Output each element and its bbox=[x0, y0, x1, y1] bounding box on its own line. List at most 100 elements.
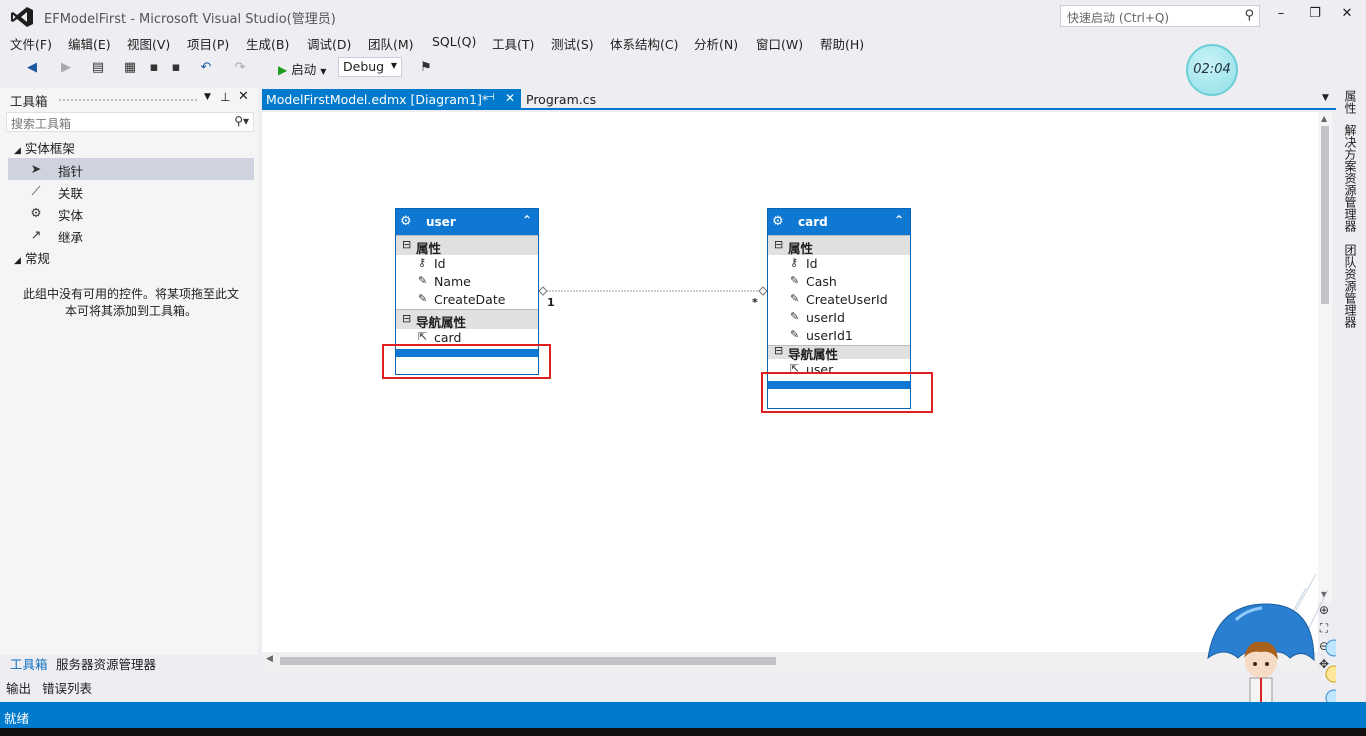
menu-analyze[interactable]: 分析(N) bbox=[694, 34, 738, 53]
collapse-icon[interactable]: ⌃ bbox=[522, 213, 532, 227]
collapse-icon[interactable]: ⊟ bbox=[774, 238, 783, 251]
tab-server-explorer[interactable]: 服务器资源管理器 bbox=[56, 654, 156, 673]
new-project-icon[interactable]: ▤ bbox=[90, 60, 106, 76]
play-icon: ▶ bbox=[278, 63, 288, 77]
properties-section-header[interactable]: ⊟ 属性 bbox=[396, 235, 538, 256]
toolbox-search-input[interactable]: 搜索工具箱 ⚲▾ bbox=[6, 112, 254, 132]
start-debug-button[interactable]: ▶ 启动 ▼ bbox=[278, 59, 326, 78]
toolbox-group-entity-framework[interactable]: ◢ 实体框架 bbox=[14, 138, 75, 157]
menu-team[interactable]: 团队(M) bbox=[368, 34, 414, 53]
wrench-icon: ✎ bbox=[790, 292, 800, 305]
save-all-icon[interactable]: ▪ bbox=[168, 60, 184, 76]
property-row[interactable]: ✎ Cash bbox=[768, 273, 910, 291]
collapse-icon[interactable]: ⊟ bbox=[402, 312, 411, 325]
output-tab-strip: 输出 错误列表 bbox=[0, 676, 260, 700]
menu-build[interactable]: 生成(B) bbox=[246, 34, 289, 53]
menu-project[interactable]: 项目(P) bbox=[187, 34, 229, 53]
quick-launch-input[interactable]: 快速启动 (Ctrl+Q) ⚲ bbox=[1060, 5, 1260, 27]
property-row[interactable]: ⚷ Id bbox=[396, 255, 538, 273]
menu-test[interactable]: 测试(S) bbox=[551, 34, 594, 53]
navigation-section-header[interactable]: ⊟ 导航属性 bbox=[768, 344, 910, 362]
property-row[interactable]: ✎ Name bbox=[396, 273, 538, 291]
properties-section-header[interactable]: ⊟ 属性 bbox=[768, 235, 910, 256]
menu-file[interactable]: 文件(F) bbox=[10, 34, 52, 53]
wrench-icon: ✎ bbox=[790, 328, 800, 341]
menu-debug[interactable]: 调试(D) bbox=[307, 34, 351, 53]
menu-window[interactable]: 窗口(W) bbox=[756, 34, 803, 53]
drag-handle[interactable] bbox=[58, 98, 198, 102]
collapse-icon[interactable]: ⊟ bbox=[774, 344, 783, 357]
vertical-scrollbar[interactable]: ▲ ▼ bbox=[1318, 112, 1332, 602]
property-row[interactable]: ✎ CreateUserId bbox=[768, 291, 910, 309]
toolbox-group-general[interactable]: ◢ 常规 bbox=[14, 248, 50, 267]
property-name: Id bbox=[806, 256, 818, 271]
chevron-down-icon[interactable]: ▼ bbox=[1322, 93, 1329, 103]
entity-name: user bbox=[426, 215, 456, 229]
scroll-left-icon[interactable]: ◀ bbox=[266, 654, 273, 664]
tab-team-explorer[interactable]: 团队资源管理器 bbox=[1342, 244, 1359, 328]
toolbox-panel: 工具箱 ▼ ⊥ ✕ 搜索工具箱 ⚲▾ ◢ 实体框架 ➤ 指针 ⟋ 关联 ⚙ 实体… bbox=[0, 88, 258, 655]
scrollbar-thumb[interactable] bbox=[280, 657, 776, 665]
chevron-down-icon: ▼ bbox=[390, 61, 397, 70]
forward-icon[interactable]: ▶ bbox=[58, 60, 74, 76]
scrollbar-thumb[interactable] bbox=[1321, 126, 1329, 304]
property-name: Name bbox=[434, 274, 471, 289]
panel-tab-strip: 工具箱 服务器资源管理器 bbox=[0, 652, 258, 672]
wrench-icon: ✎ bbox=[790, 310, 800, 323]
close-button[interactable]: ✕ bbox=[1334, 6, 1360, 26]
undo-icon[interactable]: ↶ bbox=[198, 60, 214, 76]
redo-icon[interactable]: ↷ bbox=[232, 60, 248, 76]
property-row[interactable]: ⚷ Id bbox=[768, 255, 910, 273]
tab-output[interactable]: 输出 bbox=[6, 678, 31, 697]
close-icon[interactable]: ✕ bbox=[505, 91, 515, 105]
start-label: 启动 bbox=[291, 62, 317, 77]
property-row[interactable]: ✎ userId1 bbox=[768, 327, 910, 345]
solution-configuration-select[interactable]: Debug ▼ bbox=[338, 57, 402, 77]
association-icon: ⟋ bbox=[31, 183, 41, 198]
entity-header[interactable]: ⚙ card ⌃ bbox=[768, 209, 910, 235]
pin-icon[interactable]: ⊣ bbox=[486, 92, 495, 103]
toolbox-item-association[interactable]: ⟋ 关联 bbox=[8, 180, 254, 202]
chevron-down-icon: ▼ bbox=[320, 67, 327, 76]
restore-button[interactable]: ❐ bbox=[1302, 6, 1328, 26]
pin-icon[interactable]: ⊥ bbox=[220, 90, 230, 104]
tab-program-cs[interactable]: Program.cs bbox=[526, 92, 596, 107]
tab-solution-explorer[interactable]: 解决方案资源管理器 bbox=[1342, 124, 1359, 232]
tab-error-list[interactable]: 错误列表 bbox=[42, 678, 92, 697]
toolbox-header: 工具箱 ▼ ⊥ ✕ bbox=[0, 88, 258, 110]
back-icon[interactable]: ◀ bbox=[24, 60, 40, 76]
association-connector[interactable] bbox=[538, 284, 768, 304]
toolbox-item-inheritance[interactable]: ↗ 继承 bbox=[8, 224, 254, 246]
menu-help[interactable]: 帮助(H) bbox=[820, 34, 864, 53]
menu-edit[interactable]: 编辑(E) bbox=[68, 34, 111, 53]
open-file-icon[interactable]: ▦ bbox=[122, 60, 138, 76]
property-name: userId bbox=[806, 310, 845, 325]
tab-model-diagram[interactable]: ModelFirstModel.edmx [Diagram1]* ⊣ ✕ bbox=[262, 89, 521, 110]
menu-tools[interactable]: 工具(T) bbox=[492, 34, 534, 53]
tab-properties[interactable]: 属性 bbox=[1342, 90, 1359, 114]
toolbox-item-label: 关联 bbox=[58, 186, 84, 201]
property-row[interactable]: ✎ userId bbox=[768, 309, 910, 327]
find-icon[interactable]: ⚑ bbox=[418, 60, 434, 76]
horizontal-scrollbar[interactable]: ◀ bbox=[262, 652, 1318, 670]
group-label: 实体框架 bbox=[24, 141, 75, 156]
menu-sql[interactable]: SQL(Q) bbox=[432, 34, 476, 49]
navigation-section-header[interactable]: ⊟ 导航属性 bbox=[396, 309, 538, 330]
toolbox-item-entity[interactable]: ⚙ 实体 bbox=[8, 202, 254, 224]
entity-header[interactable]: ⚙ user ⌃ bbox=[396, 209, 538, 235]
toolbox-item-pointer[interactable]: ➤ 指针 bbox=[8, 158, 254, 180]
side-tab-strip: 属性 解决方案资源管理器 团队资源管理器 bbox=[1336, 88, 1366, 388]
entity-name: card bbox=[798, 215, 828, 229]
close-icon[interactable]: ✕ bbox=[238, 89, 249, 104]
collapse-icon[interactable]: ⊟ bbox=[402, 238, 411, 251]
tab-toolbox[interactable]: 工具箱 bbox=[10, 654, 48, 673]
menu-view[interactable]: 视图(V) bbox=[127, 34, 170, 53]
collapse-icon[interactable]: ⌃ bbox=[894, 213, 904, 227]
scroll-up-icon[interactable]: ▲ bbox=[1321, 114, 1327, 123]
save-icon[interactable]: ▪ bbox=[146, 60, 162, 76]
chevron-down-icon[interactable]: ▼ bbox=[204, 92, 211, 102]
property-row[interactable]: ✎ CreateDate bbox=[396, 291, 538, 309]
menu-architecture[interactable]: 体系结构(C) bbox=[610, 34, 678, 53]
navigation-property-icon: ⇱ bbox=[418, 330, 428, 343]
minimize-button[interactable]: – bbox=[1268, 6, 1294, 26]
